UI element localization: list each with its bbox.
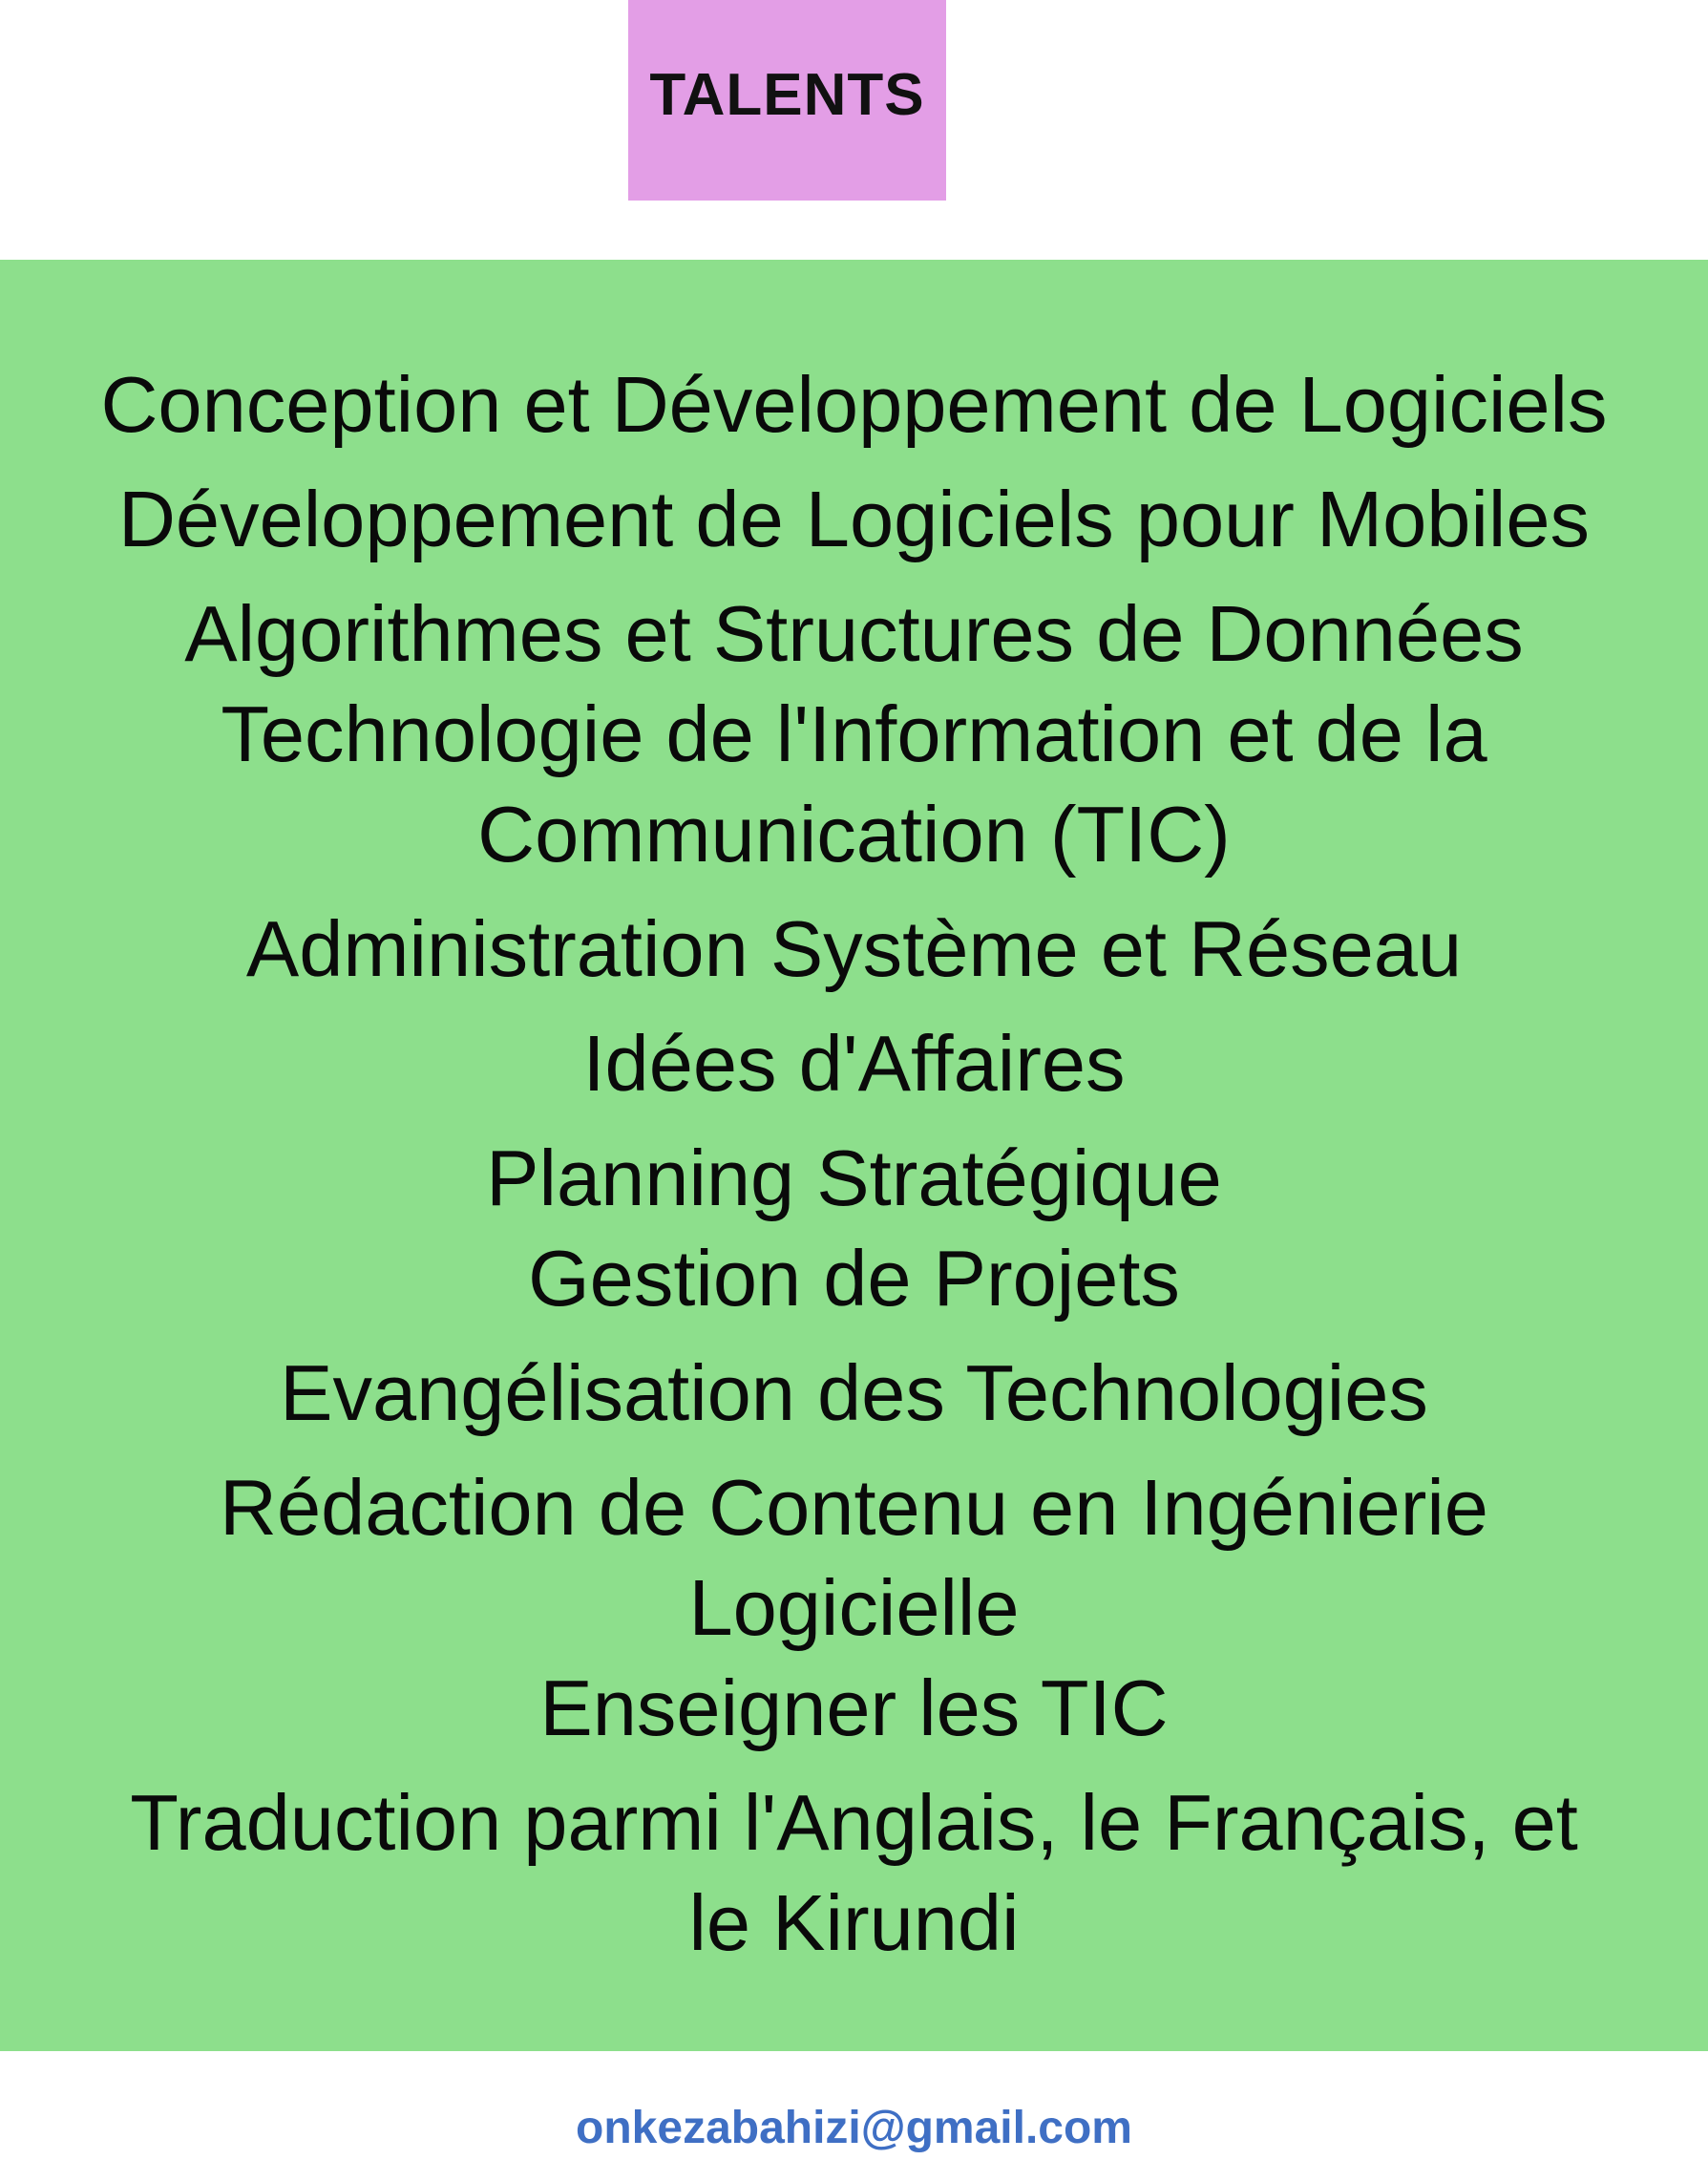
talent-line: le Kirundi — [688, 1878, 1020, 1967]
talents-panel: Conception et Développement de Logiciels… — [0, 260, 1708, 2051]
talent-line: Enseigner les TIC — [539, 1663, 1169, 1752]
talent-line: Rédaction de Contenu en Ingénierie — [220, 1463, 1488, 1552]
title-box: TALENTS — [628, 0, 946, 201]
talent-line: Traduction parmi l'Anglais, le Français,… — [130, 1778, 1578, 1867]
talent-line: Logicielle — [688, 1563, 1020, 1652]
talent-line: Gestion de Projets — [528, 1234, 1180, 1323]
contact-email-link[interactable]: onkezabahizi@gmail.com — [0, 2106, 1708, 2151]
talent-line: Conception et Développement de Logiciels — [100, 360, 1608, 449]
talent-line: Communication (TIC) — [477, 790, 1231, 879]
talent-line: Evangélisation des Technologies — [280, 1348, 1428, 1437]
talent-line: Administration Système et Réseau — [245, 904, 1463, 993]
page-title: TALENTS — [649, 61, 925, 128]
talent-line: Planning Stratégique — [486, 1133, 1222, 1222]
talent-line: Développement de Logiciels pour Mobiles — [117, 475, 1590, 563]
talent-line: Idées d'Affaires — [582, 1019, 1126, 1108]
talent-line: Technologie de l'Information et de la — [221, 689, 1487, 778]
talent-line: Algorithmes et Structures de Données — [184, 589, 1524, 678]
